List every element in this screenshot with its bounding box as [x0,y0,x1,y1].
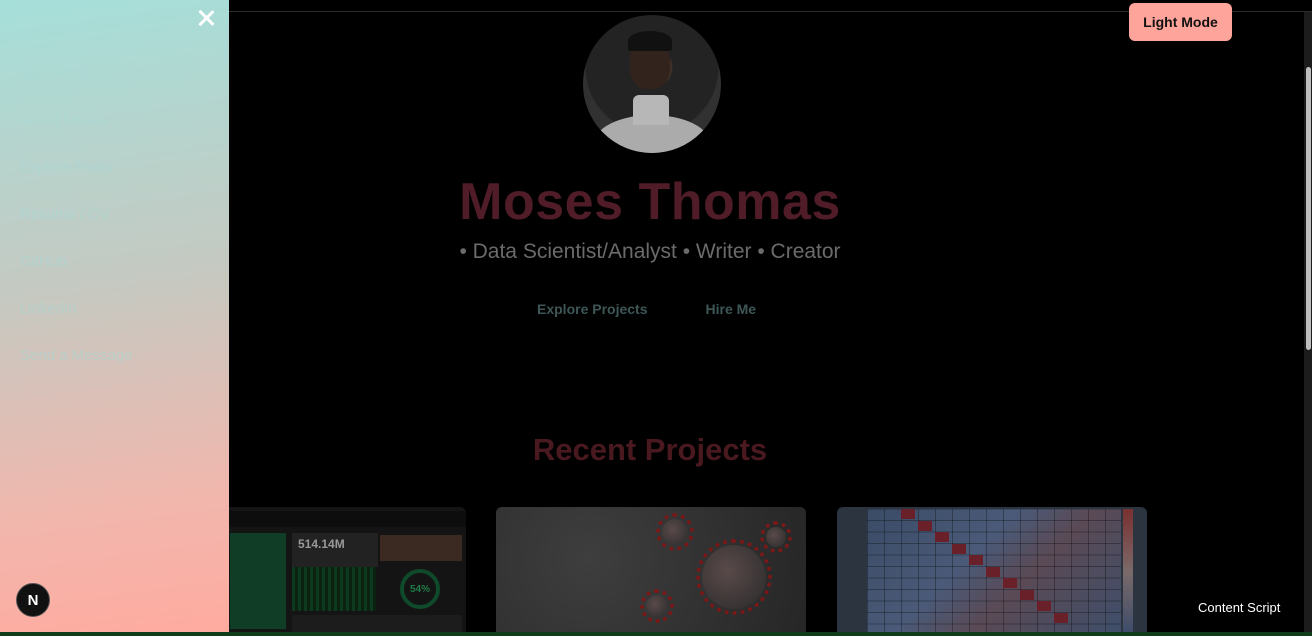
hero-actions: Explore Projects Hire Me [537,301,756,317]
virus-icon [696,539,772,615]
light-mode-toggle-button[interactable]: Light Mode [1129,3,1232,41]
dashboard-grid-chart [292,567,376,611]
sidebar-drawer: View Projects About Moses Explore Posts … [0,0,229,632]
profile-avatar [583,15,721,153]
heatmap-cell [1003,578,1017,588]
project-card-covid[interactable] [496,507,806,636]
scrollbar-thumb[interactable] [1306,67,1311,350]
heatmap-cell [935,532,949,542]
heatmap-cell [952,544,966,554]
sidebar-item-github[interactable]: GitHub [20,250,133,297]
heatmap-cell [901,509,915,519]
nextjs-badge-icon[interactable]: N [16,583,50,617]
dashboard-kpi: 514.14M [292,533,378,567]
sidebar-item-send-message[interactable]: Send a Message [20,344,133,391]
sidebar-item-resume[interactable]: Resume / CV [20,203,133,250]
heatmap-colorscale [1123,509,1133,636]
dashboard-photo [380,535,462,561]
sidebar-item-linkedin[interactable]: LinkedIn [20,297,133,344]
sidebar-item-explore-posts[interactable]: Explore Posts [20,156,133,203]
page-scrollbar[interactable] [1304,12,1312,636]
heatmap-cell [1037,601,1051,611]
page: Moses Thomas • Data Scientist/Analyst • … [0,0,1312,636]
project-card-heatmap[interactable] [837,507,1147,636]
heatmap-cell [969,555,983,565]
dashboard-gauge: 54% [400,569,440,609]
content-script-label: Content Script [1198,600,1281,615]
virus-icon [760,521,792,553]
virus-icon [640,589,674,623]
dashboard-side-panel [230,533,286,629]
sidebar-nav: View Projects About Moses Explore Posts … [20,62,133,391]
hire-me-button[interactable]: Hire Me [706,301,757,317]
sidebar-item-about[interactable]: About Moses [20,109,133,156]
heatmap-cell [1020,590,1034,600]
heatmap-cell [1054,613,1068,623]
heatmap-cell [986,567,1000,577]
bottom-divider [0,632,1312,636]
virus-icon [656,513,694,551]
heatmap-cell [918,521,932,531]
explore-projects-button[interactable]: Explore Projects [537,301,648,317]
close-icon[interactable] [193,5,219,31]
sidebar-item-view-projects[interactable]: View Projects [20,62,133,109]
